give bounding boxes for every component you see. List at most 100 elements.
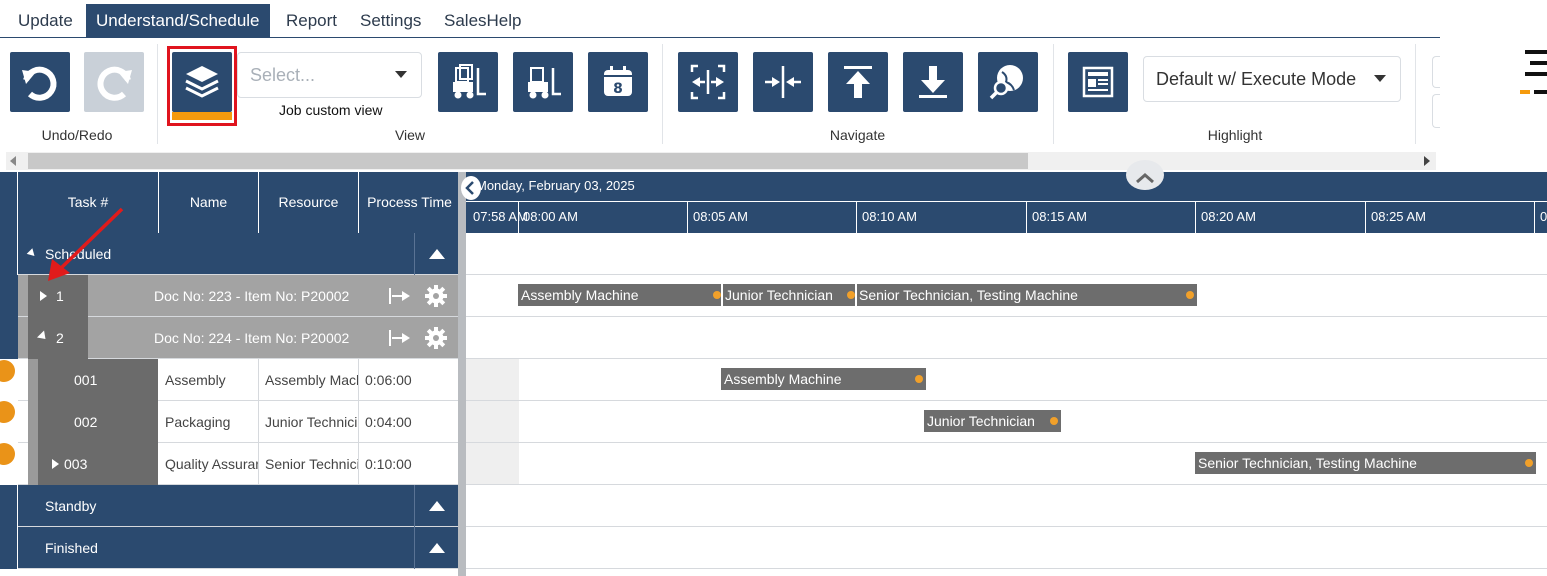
ribbon-separator [1415, 44, 1416, 144]
row-marker [0, 401, 18, 443]
calendar-button[interactable]: 8 [588, 52, 648, 112]
section-label-standby: Standby [45, 498, 97, 514]
menu-update[interactable]: Update [10, 4, 81, 37]
chevron-up-icon [1136, 173, 1154, 184]
gantt-bar[interactable]: Junior Technician [924, 410, 1061, 432]
time-tick-label: 08:20 AM [1201, 209, 1256, 224]
expanded-caret-icon[interactable] [36, 330, 50, 343]
task-number: 001 [28, 359, 158, 401]
send-to-icon[interactable] [389, 288, 410, 304]
column-header-process-time[interactable]: Process Time [359, 172, 460, 233]
arrow-down-icon [919, 66, 947, 98]
section-row-finished[interactable]: Finished [0, 527, 460, 569]
gantt-date-header: Monday, February 03, 2025 [466, 172, 1547, 202]
pane-splitter[interactable] [458, 172, 466, 576]
gantt-row-line [466, 568, 1547, 569]
row-marker [0, 443, 18, 485]
forklift-multi-button[interactable] [438, 52, 498, 112]
layers-icon [185, 66, 219, 98]
expand-caret-icon[interactable] [52, 459, 59, 469]
gantt-date-label: Monday, February 03, 2025 [476, 178, 635, 193]
menu-settings[interactable]: Settings [352, 4, 429, 37]
ribbon-partial-control[interactable] [1432, 94, 1440, 128]
redo-button[interactable] [84, 52, 144, 112]
task-resource: Senior Technician [259, 443, 359, 485]
gantt-row-line [466, 484, 1547, 485]
task-number: 002 [28, 401, 158, 443]
time-tick-label: 07:58 AM [473, 209, 528, 224]
collapse-section-button[interactable] [414, 233, 458, 275]
job-number-text: 1 [56, 288, 64, 304]
job-row[interactable]: 2 Doc No: 224 - Item No: P20002 [0, 317, 460, 359]
forklift-button[interactable] [513, 52, 573, 112]
time-tick-label: 0 [1540, 209, 1547, 224]
highlight-mode-value: Default w/ Execute Mode [1156, 69, 1357, 89]
task-number: 003 [28, 443, 158, 485]
menu-bar: Update Understand/Schedule Report Settin… [0, 0, 1440, 38]
gantt-scroll-left-button[interactable] [461, 176, 481, 200]
move-down-button[interactable] [903, 52, 963, 112]
menu-report[interactable]: Report [278, 4, 345, 37]
task-row[interactable]: 002 Packaging Junior Technician 0:04:00 [0, 401, 460, 443]
gantt-bar[interactable]: Assembly Machine [721, 368, 926, 390]
group-label-view: View [394, 127, 426, 143]
chevron-left-icon [465, 181, 474, 195]
layers-view-button[interactable] [172, 52, 232, 112]
scroll-right-icon[interactable] [1424, 156, 1430, 166]
scroll-left-icon[interactable] [10, 156, 16, 166]
task-row[interactable]: 003 Quality Assurance Senior Technician … [0, 443, 460, 485]
time-tick [856, 202, 857, 233]
gear-icon[interactable] [425, 285, 447, 307]
expanded-caret-icon[interactable] [26, 248, 38, 259]
ribbon-scrollbar[interactable] [6, 152, 1436, 170]
section-row-standby[interactable]: Standby [0, 485, 460, 527]
send-to-icon[interactable] [389, 330, 410, 346]
gantt-bar[interactable]: Assembly Machine [518, 284, 724, 306]
job-number: 2 [28, 317, 88, 359]
time-tick [1195, 202, 1196, 233]
time-tick-label: 08:25 AM [1371, 209, 1426, 224]
row-marker [0, 527, 18, 569]
gantt-bar[interactable]: Senior Technician, Testing Machine [1195, 452, 1536, 474]
highlight-mode-select[interactable]: Default w/ Execute Mode [1143, 56, 1401, 102]
selected-indicator [172, 112, 232, 120]
triangle-up-icon [428, 249, 445, 259]
gantt-bar[interactable]: Senior Technician, Testing Machine [856, 284, 1197, 306]
scrollbar-thumb[interactable] [28, 153, 1028, 169]
expand-caret-icon[interactable] [40, 291, 47, 301]
ribbon-separator [662, 44, 663, 144]
expand-arrows-icon [690, 64, 726, 100]
menu-saleshelp[interactable]: SalesHelp [436, 4, 530, 37]
collapse-section-button[interactable] [414, 527, 458, 569]
gantt-past-shade [466, 359, 519, 485]
status-dot [0, 401, 15, 423]
expand-button[interactable] [678, 52, 738, 112]
collapse-arrows-icon [765, 66, 801, 98]
ribbon-separator [157, 44, 158, 144]
time-tick-label: 08:00 AM [523, 209, 578, 224]
gantt-bar[interactable]: Junior Technician [722, 284, 858, 306]
task-row[interactable]: 001 Assembly Assembly Machine 0:06:00 [0, 359, 460, 401]
chevron-down-icon [395, 71, 407, 78]
column-header-name[interactable]: Name [159, 172, 259, 233]
task-name: Packaging [159, 401, 259, 443]
collapse-button[interactable] [753, 52, 813, 112]
triangle-up-icon [428, 543, 445, 553]
column-header-resource[interactable]: Resource [259, 172, 359, 233]
time-tick-label: 08:15 AM [1032, 209, 1087, 224]
gantt-row-line [466, 526, 1547, 527]
ribbon-partial-control[interactable] [1432, 56, 1440, 88]
time-tick [1026, 202, 1027, 233]
globe-search-button[interactable] [978, 52, 1038, 112]
row-marker [0, 275, 18, 317]
menu-understand-schedule[interactable]: Understand/Schedule [86, 4, 270, 37]
undo-button[interactable] [10, 52, 70, 112]
job-actions [389, 327, 447, 349]
custom-view-select[interactable]: Select... [237, 52, 422, 98]
move-up-button[interactable] [828, 52, 888, 112]
collapse-section-button[interactable] [414, 485, 458, 527]
gear-icon[interactable] [425, 327, 447, 349]
custom-view-select-placeholder: Select... [250, 65, 316, 85]
collapse-ribbon-button[interactable] [1126, 160, 1164, 190]
report-view-button[interactable] [1068, 52, 1128, 112]
